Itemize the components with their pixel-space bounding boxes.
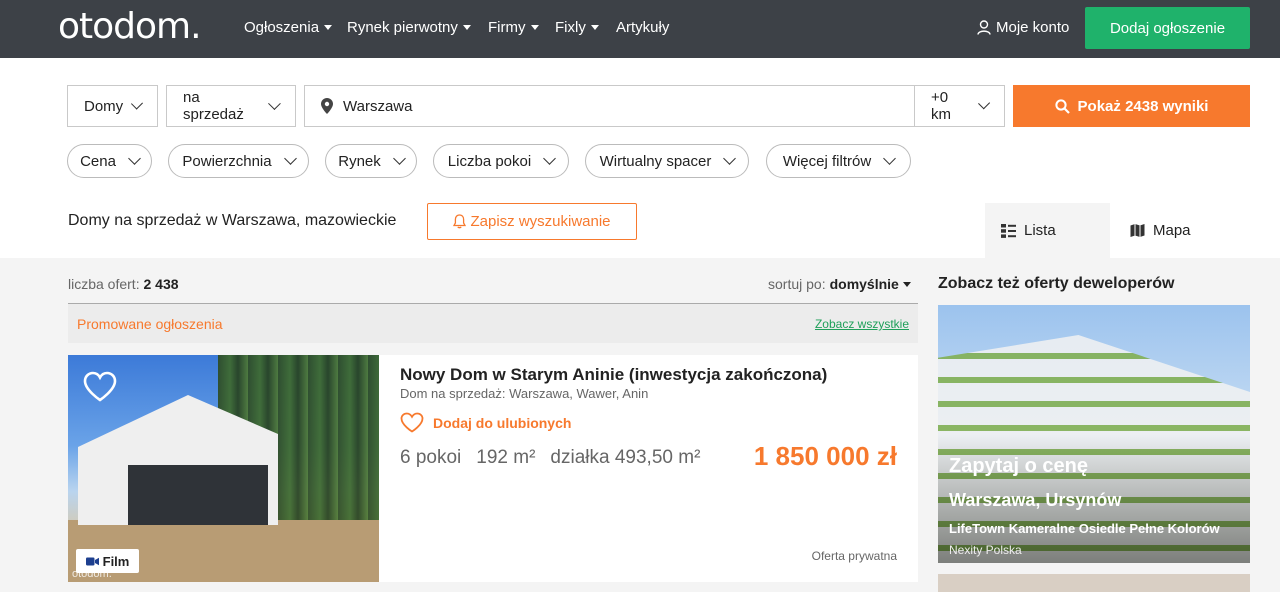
promoted-title: Promowane ogłoszenia	[77, 316, 223, 332]
results-heading: Domy na sprzedaż w Warszawa, mazowieckie	[68, 212, 397, 229]
top-navbar: otodom. Ogłoszenia Rynek pierwotny Firmy…	[0, 0, 1280, 58]
location-value: Warszawa	[343, 97, 413, 115]
nav-fixly[interactable]: Fixly	[555, 19, 599, 36]
search-panel: Domy na sprzedaż Warszawa +0 km Pokaż 24…	[0, 58, 1280, 258]
nav-label: Fixly	[555, 19, 586, 36]
nav-label: Rynek pierwotny	[347, 19, 458, 36]
promoted-section-header: Promowane ogłoszenia Zobacz wszystkie	[68, 303, 918, 343]
nav-label: Ogłoszenia	[244, 19, 320, 36]
filter-label: Rynek	[338, 152, 381, 170]
nav-ogloszenia[interactable]: Ogłoszenia	[244, 19, 333, 36]
nav-artykuly[interactable]: Artykuły	[616, 19, 669, 36]
map-icon	[1130, 224, 1145, 237]
listing-location: Dom na sprzedaż: Warszawa, Wawer, Anin	[400, 386, 649, 401]
video-camera-icon	[85, 557, 99, 565]
sort-value: domyślnie	[829, 276, 899, 292]
listing-title[interactable]: Nowy Dom w Starym Aninie (inwestycja zak…	[400, 365, 827, 385]
caret-down-icon	[530, 25, 539, 30]
transaction-value: na sprzedaż	[183, 89, 244, 123]
filter-label: Liczba pokoi	[447, 152, 532, 170]
otodom-logo[interactable]: otodom.	[58, 6, 202, 47]
nav-rynek-pierwotny[interactable]: Rynek pierwotny	[347, 19, 471, 36]
user-icon	[977, 20, 991, 35]
nav-firmy[interactable]: Firmy	[488, 19, 539, 36]
chevron-down-icon	[977, 97, 990, 110]
developer-offer-card-next[interactable]	[938, 574, 1250, 592]
account-label: Moje konto	[996, 19, 1070, 36]
listing-plot: działka 493,50 m²	[550, 447, 701, 468]
developer-headline: Zapytaj o cenę	[949, 455, 1088, 477]
list-view-icon	[1001, 223, 1016, 238]
listing-card[interactable]: Film otodom. Nowy Dom w Starym Aninie (i…	[68, 355, 918, 582]
tab-label: Mapa	[1153, 222, 1191, 239]
property-type-select[interactable]: Domy	[67, 85, 158, 127]
filter-label: Cena	[80, 152, 116, 170]
photo-house-windows	[128, 465, 268, 525]
heart-outline-icon	[400, 412, 424, 433]
chevron-down-icon	[883, 152, 897, 165]
listing-rooms: 6 pokoi	[400, 447, 462, 468]
bell-icon	[453, 214, 467, 229]
sort-label: sortuj po:	[768, 276, 826, 292]
caret-down-icon	[590, 25, 599, 30]
chevron-down-icon	[392, 152, 406, 165]
heart-outline-icon[interactable]	[82, 369, 118, 405]
chevron-down-icon	[131, 97, 144, 110]
nav-label: Artykuły	[616, 19, 670, 36]
filter-area[interactable]: Powierzchnia	[168, 144, 309, 178]
chevron-down-icon	[723, 152, 737, 165]
caret-down-icon	[324, 25, 333, 30]
filter-label: Więcej filtrów	[782, 152, 872, 170]
filter-label: Wirtualny spacer	[599, 152, 712, 170]
offer-count-label: liczba ofert:	[68, 276, 140, 292]
account-link[interactable]: Moje konto	[977, 19, 1069, 36]
search-icon	[1054, 98, 1070, 114]
developers-title: Zobacz też oferty deweloperów	[938, 275, 1175, 292]
favorite-label: Dodaj do ulubionych	[433, 414, 572, 431]
transaction-select[interactable]: na sprzedaż	[166, 85, 296, 127]
developer-company: Nexity Polska	[949, 543, 1022, 557]
developer-location: Warszawa, Ursynów	[949, 490, 1122, 510]
filter-virtual-tour[interactable]: Wirtualny spacer	[585, 144, 749, 178]
film-badge-label: Film	[102, 553, 130, 569]
listing-photo[interactable]: Film otodom.	[68, 355, 379, 582]
sort-dropdown[interactable]: sortuj po: domyślnie	[768, 276, 911, 292]
chevron-down-icon	[268, 97, 281, 110]
chevron-down-icon	[543, 152, 557, 165]
seller-type: Oferta prywatna	[811, 549, 897, 563]
listing-price: 1 850 000 zł	[753, 441, 897, 471]
property-type-value: Domy	[84, 97, 124, 115]
developer-offer-card[interactable]: Zapytaj o cenę Warszawa, Ursynów LifeTow…	[938, 305, 1250, 563]
offer-count-value: 2 438	[143, 276, 179, 292]
offer-count: liczba ofert: 2 438	[68, 276, 179, 292]
filter-label: Powierzchnia	[182, 152, 272, 170]
filter-rooms[interactable]: Liczba pokoi	[433, 144, 569, 178]
caret-down-icon	[462, 25, 471, 30]
location-input[interactable]: Warszawa	[304, 85, 915, 127]
add-listing-button[interactable]: Dodaj ogłoszenie	[1085, 7, 1250, 49]
listing-params: 6 pokoi 192 m² działka 493,50 m²	[400, 447, 700, 469]
location-pin-icon	[321, 98, 333, 114]
filter-more[interactable]: Więcej filtrów	[766, 144, 911, 178]
save-search-label: Zapisz wyszukiwanie	[470, 213, 611, 230]
chevron-down-icon	[128, 152, 141, 165]
chevron-down-icon	[283, 152, 297, 165]
search-button-label: Pokaż 2438 wyniki	[1077, 97, 1209, 115]
filter-price[interactable]: Cena	[67, 144, 152, 178]
radius-value: +0 km	[931, 89, 951, 123]
photo-watermark: otodom.	[72, 568, 112, 580]
tab-list-view[interactable]: Lista	[985, 203, 1110, 258]
caret-down-icon	[902, 281, 911, 287]
search-button[interactable]: Pokaż 2438 wyniki	[1013, 85, 1250, 127]
see-all-link[interactable]: Zobacz wszystkie	[815, 317, 909, 331]
developer-investment-name: LifeTown Kameralne Osiedle Pełne Kolorów	[949, 521, 1220, 536]
add-to-favorites[interactable]: Dodaj do ulubionych	[400, 412, 571, 433]
radius-select[interactable]: +0 km	[914, 85, 1005, 127]
nav-label: Firmy	[488, 19, 526, 36]
tab-map-view[interactable]: Mapa	[1130, 203, 1240, 258]
listing-area: 192 m²	[476, 447, 536, 468]
save-search-button[interactable]: Zapisz wyszukiwanie	[427, 203, 637, 240]
filter-market[interactable]: Rynek	[325, 144, 417, 178]
tab-label: Lista	[1024, 222, 1056, 239]
